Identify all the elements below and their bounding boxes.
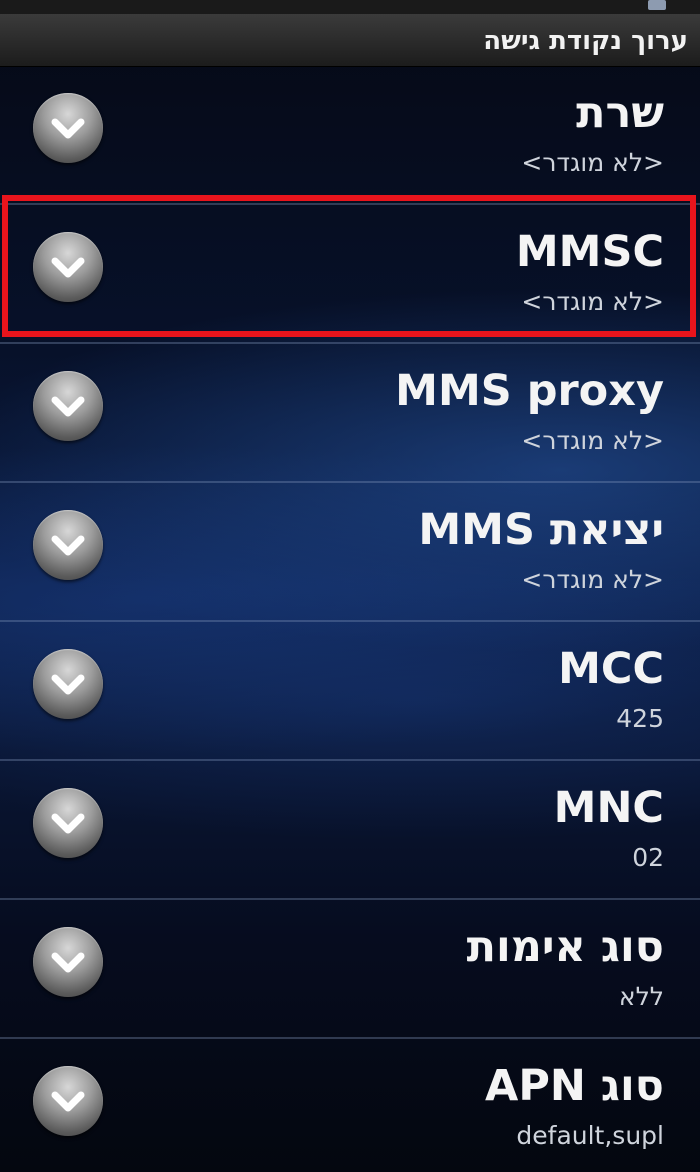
setting-row-server[interactable]: שרת <לא מוגדר>: [0, 66, 700, 205]
setting-label: MMS proxy: [395, 366, 664, 416]
status-icon: [648, 0, 666, 10]
setting-row-apn-type[interactable]: סוג APN default,supl: [0, 1039, 700, 1172]
setting-label: שרת: [576, 88, 664, 138]
setting-label: יציאת MMS: [418, 505, 664, 555]
setting-label: MNC: [553, 783, 664, 833]
setting-value: <לא מוגדר>: [521, 565, 664, 594]
title-bar: ערוך נקודת גישה: [0, 14, 700, 67]
setting-row-mms-proxy[interactable]: MMS proxy <לא מוגדר>: [0, 344, 700, 483]
chevron-down-icon[interactable]: [33, 1066, 103, 1136]
setting-value: <לא מוגדר>: [521, 287, 664, 316]
chevron-down-icon[interactable]: [33, 510, 103, 580]
settings-list: שרת <לא מוגדר> MMSC <לא מוגדר> MMS proxy…: [0, 66, 700, 1172]
setting-label: MMSC: [515, 227, 664, 277]
setting-row-mms-port[interactable]: יציאת MMS <לא מוגדר>: [0, 483, 700, 622]
setting-value: 02: [632, 843, 664, 872]
setting-value: <לא מוגדר>: [521, 148, 664, 177]
setting-label: סוג אימות: [466, 922, 664, 972]
setting-row-auth-type[interactable]: סוג אימות ללא: [0, 900, 700, 1039]
setting-row-mcc[interactable]: MCC 425: [0, 622, 700, 761]
setting-value: <לא מוגדר>: [521, 426, 664, 455]
chevron-down-icon[interactable]: [33, 649, 103, 719]
chevron-down-icon[interactable]: [33, 371, 103, 441]
setting-label: MCC: [558, 644, 664, 694]
apn-edit-screen: ערוך נקודת גישה שרת <לא מוגדר> MMSC <לא …: [0, 0, 700, 1172]
setting-row-mmsc[interactable]: MMSC <לא מוגדר>: [0, 205, 700, 344]
setting-value: default,supl: [516, 1121, 664, 1150]
setting-value: ללא: [618, 982, 664, 1011]
setting-label: סוג APN: [485, 1061, 664, 1111]
status-bar: [0, 0, 700, 14]
setting-row-mnc[interactable]: MNC 02: [0, 761, 700, 900]
chevron-down-icon[interactable]: [33, 927, 103, 997]
chevron-down-icon[interactable]: [33, 93, 103, 163]
chevron-down-icon[interactable]: [33, 788, 103, 858]
chevron-down-icon[interactable]: [33, 232, 103, 302]
page-title: ערוך נקודת גישה: [483, 26, 688, 56]
setting-value: 425: [616, 704, 664, 733]
